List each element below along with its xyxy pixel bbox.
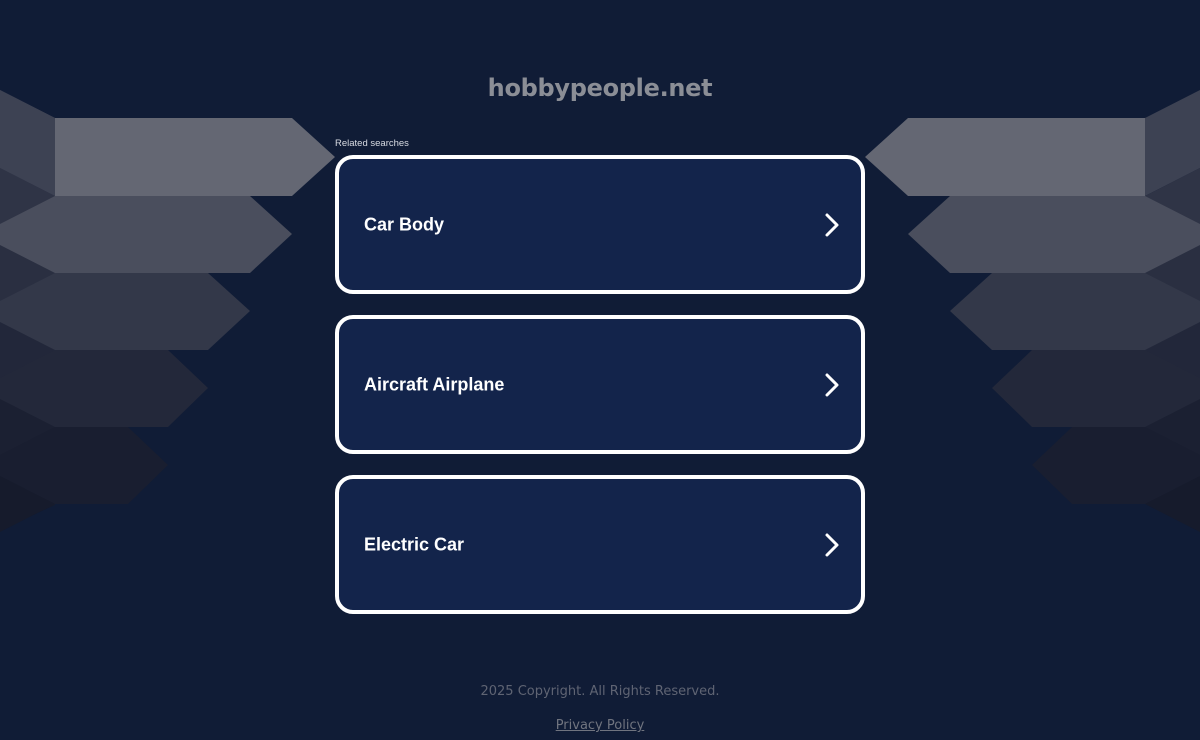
privacy-policy-link[interactable]: Privacy Policy	[556, 718, 645, 733]
related-link-electric-car[interactable]: Electric Car	[335, 475, 865, 614]
left-band-2	[0, 196, 292, 273]
related-link-label: Aircraft Airplane	[364, 374, 505, 394]
related-link-car-body[interactable]: Car Body	[335, 155, 865, 294]
right-band-1	[865, 118, 1145, 196]
parked-domain-page: hobbypeople.net Related searches Car Bod…	[0, 0, 1200, 740]
chevron-right-icon	[825, 533, 839, 556]
copyright-text: 2025 Copyright. All Rights Reserved.	[480, 684, 720, 699]
related-link-label: Electric Car	[364, 534, 465, 554]
right-band-2	[908, 196, 1200, 273]
related-searches-label: Related searches	[335, 138, 409, 149]
related-link-label: Car Body	[364, 214, 445, 234]
left-band-3	[0, 273, 250, 350]
right-band-3	[950, 273, 1200, 350]
domain-title: hobbypeople.net	[487, 74, 713, 102]
left-band-1	[55, 118, 335, 196]
chevron-right-icon	[825, 213, 839, 236]
related-link-aircraft-airplane[interactable]: Aircraft Airplane	[335, 315, 865, 454]
chevron-right-icon	[825, 373, 839, 396]
footer-links: Privacy Policy	[0, 718, 1200, 733]
